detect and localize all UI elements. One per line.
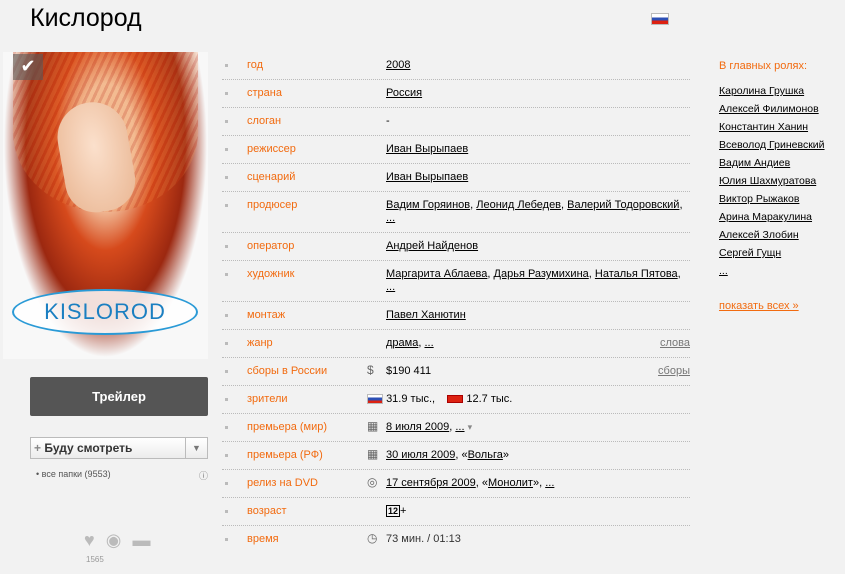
likes-count: 1565: [86, 555, 104, 564]
country-link[interactable]: Россия: [386, 87, 422, 99]
premiere-world-more[interactable]: ...: [455, 421, 464, 433]
info-row-country: страна Россия: [222, 80, 690, 108]
premiere-world-link[interactable]: 8 июля 2009: [386, 421, 449, 433]
producer-link[interactable]: Леонид Лебедев: [476, 199, 561, 211]
year-link[interactable]: 2008: [386, 59, 410, 71]
info-row-editing: монтаж Павел Ханютин: [222, 302, 690, 330]
info-row-genre: жанр драма, ... слова: [222, 330, 690, 358]
info-row-director: режиссер Иван Вырыпаев: [222, 136, 690, 164]
calendar-icon: ▦: [367, 447, 379, 461]
artist-link[interactable]: Маргарита Аблаева: [386, 268, 487, 280]
chevron-down-icon[interactable]: ▼: [185, 438, 207, 458]
actor-link[interactable]: Каролина Грушка: [719, 82, 839, 100]
folders-link[interactable]: • все папки (9553): [36, 469, 111, 479]
info-row-viewers: зрители 31.9 тыс., 12.7 тыс.: [222, 386, 690, 414]
distributor-link[interactable]: Вольга: [468, 449, 503, 461]
poster-logo: KISLOROD: [12, 289, 198, 335]
actor-link[interactable]: Константин Ханин: [719, 118, 839, 136]
expand-icon[interactable]: ▾: [468, 422, 473, 432]
info-row-slogan: слоган -: [222, 108, 690, 136]
info-row-year: год 2008: [222, 52, 690, 80]
operator-link[interactable]: Андрей Найденов: [386, 240, 478, 252]
clock-icon: ◷: [367, 531, 378, 545]
info-row-writer: сценарий Иван Вырыпаев: [222, 164, 690, 192]
boxoffice-value: $190 411: [386, 365, 432, 377]
eye-icon[interactable]: ◉: [106, 530, 122, 550]
writer-link[interactable]: Иван Вырыпаев: [386, 171, 468, 183]
producer-link[interactable]: Валерий Тодоровский: [567, 199, 679, 211]
age-plus: +: [400, 505, 407, 517]
actor-link[interactable]: Алексей Злобин: [719, 226, 839, 244]
info-row-premiere-rf: премьера (РФ) ▦ 30 июля 2009, «Вольга»: [222, 442, 690, 470]
dvd-date-link[interactable]: 17 сентября 2009: [386, 477, 476, 489]
editing-link[interactable]: Павел Ханютин: [386, 309, 466, 321]
movie-info-table: год 2008 страна Россия слоган - режиссер…: [222, 52, 690, 553]
info-row-dvd: релиз на DVD ◎ 17 сентября 2009, «Моноли…: [222, 470, 690, 498]
info-row-premiere-world: премьера (мир) ▦ 8 июля 2009, ... ▾: [222, 414, 690, 442]
heart-icon[interactable]: ♥: [84, 530, 95, 550]
actor-link[interactable]: Юлия Шахмуратова: [719, 172, 839, 190]
trailer-button[interactable]: Трейлер: [30, 377, 208, 416]
user-actions: ♥ ◉ ▬: [84, 530, 156, 551]
info-row-artist: художник Маргарита Аблаева, Дарья Разуми…: [222, 261, 690, 302]
info-row-boxoffice: сборы в России $ $190 411 сборы: [222, 358, 690, 386]
cast-title: В главных ролях:: [719, 60, 808, 72]
cast-more-link[interactable]: ...: [719, 262, 839, 280]
info-row-age: возраст 12 +: [222, 498, 690, 526]
producer-more-link[interactable]: ...: [386, 212, 395, 224]
artist-link[interactable]: Наталья Пятова: [595, 268, 678, 280]
info-icon[interactable]: ⓘ: [199, 469, 208, 482]
artist-link[interactable]: Дарья Разумихина: [494, 268, 589, 280]
dvd-publisher-link[interactable]: Монолит: [488, 477, 533, 489]
genre-more-link[interactable]: ...: [424, 337, 433, 349]
viewers-other: 12.7 тыс.: [466, 393, 513, 405]
watch-later-label: Буду смотреть: [44, 441, 133, 455]
actor-link[interactable]: Сергей Гущн: [719, 244, 839, 262]
dvd-more-link[interactable]: ...: [545, 477, 554, 489]
boxoffice-link[interactable]: сборы: [658, 365, 690, 377]
actor-link[interactable]: Алексей Филимонов: [719, 100, 839, 118]
comment-icon[interactable]: ▬: [132, 530, 150, 550]
premiere-rf-link[interactable]: 30 июля 2009: [386, 449, 455, 461]
viewers-ru: 31.9 тыс.,: [386, 393, 436, 405]
plus-icon: +: [34, 441, 42, 455]
actor-link[interactable]: Арина Маракулина: [719, 208, 839, 226]
checkmark-icon[interactable]: ✔: [13, 54, 43, 80]
artist-more-link[interactable]: ...: [386, 281, 395, 293]
director-link[interactable]: Иван Вырыпаев: [386, 143, 468, 155]
producer-link[interactable]: Вадим Горяинов: [386, 199, 470, 211]
duration-value: 73 мин. / 01:13: [386, 533, 461, 545]
info-row-producer: продюсер Вадим Горяинов, Леонид Лебедев,…: [222, 192, 690, 233]
genre-link[interactable]: драма: [386, 337, 418, 349]
info-row-duration: время ◷ 73 мин. / 01:13: [222, 526, 690, 553]
russia-flag-icon: [367, 394, 383, 405]
movie-poster[interactable]: KISLOROD ✔: [3, 52, 208, 359]
show-all-cast-link[interactable]: показать всех »: [719, 300, 799, 312]
watch-later-dropdown[interactable]: + Буду смотреть ▼: [30, 437, 208, 459]
actor-link[interactable]: Вадим Андиев: [719, 154, 839, 172]
keywords-link[interactable]: слова: [660, 337, 690, 349]
cast-list: В главных ролях: Каролина Грушка Алексей…: [719, 60, 839, 280]
actor-link[interactable]: Виктор Рыжаков: [719, 190, 839, 208]
calendar-icon: ▦: [367, 419, 379, 433]
actor-link[interactable]: Всеволод Гриневский: [719, 136, 839, 154]
page-title: Кислород: [30, 4, 142, 32]
slogan-value: -: [386, 115, 390, 127]
russia-flag-icon[interactable]: [651, 13, 669, 25]
money-icon: $: [367, 363, 374, 377]
age-rating-badge: 12: [386, 505, 401, 517]
dvd-icon: ◎: [367, 475, 378, 489]
info-row-operator: оператор Андрей Найденов: [222, 233, 690, 261]
foreign-flag-icon: [447, 395, 464, 404]
